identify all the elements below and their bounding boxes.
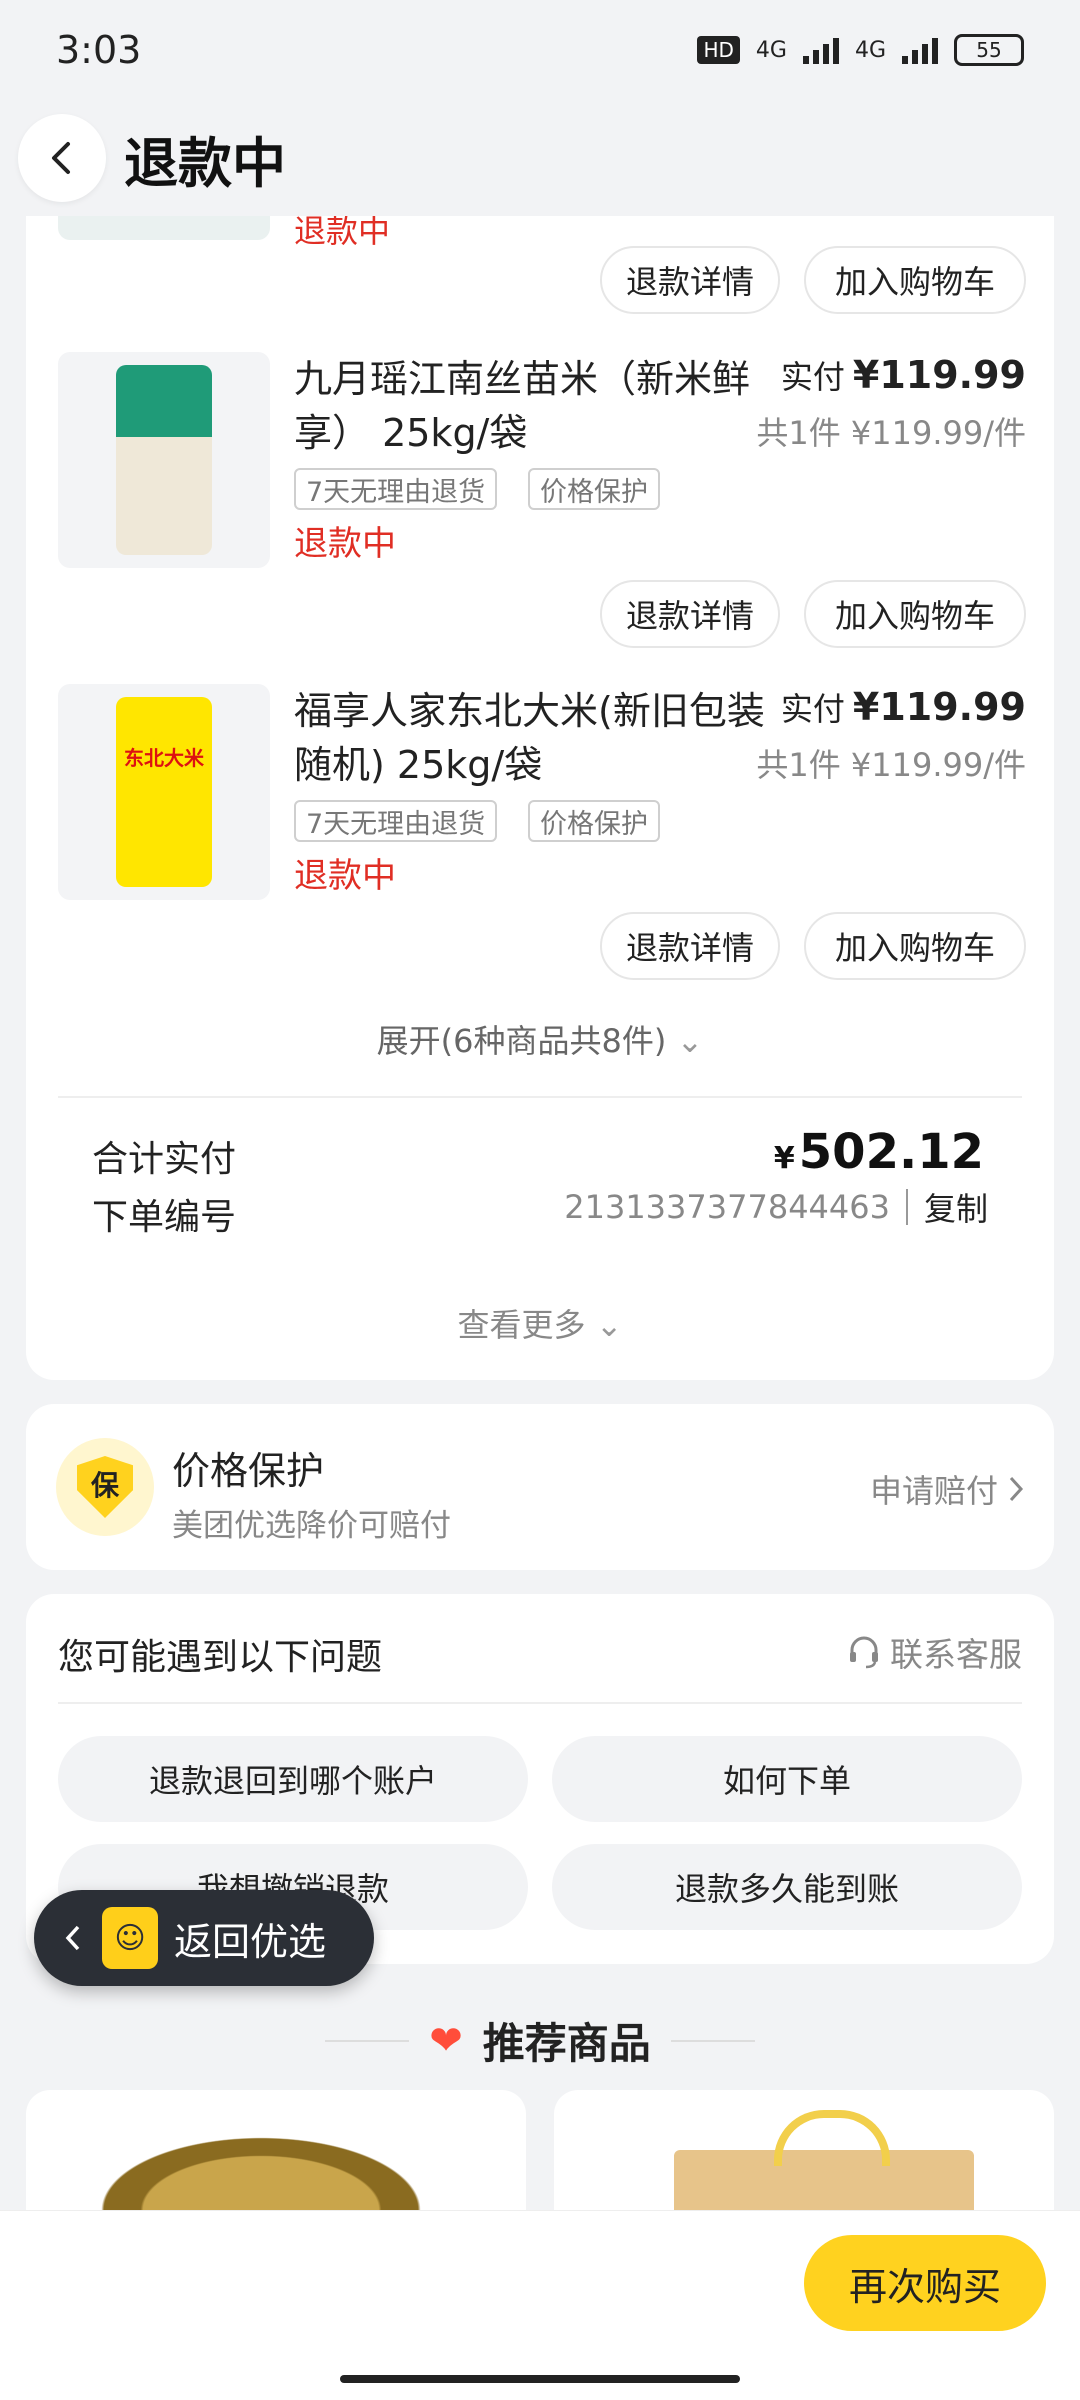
paid-amount: ¥119.99 [852, 685, 1026, 729]
rice-bag-image: 东北大米 [116, 697, 212, 887]
hd-icon: HD [697, 36, 740, 64]
refund-status: 退款中 [294, 524, 396, 564]
divider [325, 2039, 410, 2042]
paid-price: 实付 ¥119.99 [781, 684, 1026, 730]
product-image [58, 352, 270, 568]
recommend-header: ❤ 推荐商品 [0, 2010, 1080, 2071]
add-to-cart-button[interactable]: 加入购物车 [804, 246, 1026, 314]
product-tag: 7天无理由退货 [294, 800, 498, 842]
contact-service-label: 联系客服 [890, 1635, 1022, 1674]
divider [58, 1702, 1022, 1704]
total-label: 合计实付 [92, 1139, 237, 1180]
page-title: 退款中 [124, 131, 286, 195]
product-image: 东北大米 [58, 684, 270, 900]
recommend-title: 推荐商品 [482, 2019, 651, 2068]
faq-title: 您可能遇到以下问题 [58, 1637, 383, 1678]
claim-label: 申请赔付 [869, 1472, 998, 1510]
previous-item-status: 退款中 [294, 216, 391, 250]
quantity-price: 共1件 ¥119.99/件 [756, 414, 1026, 452]
currency-symbol: ¥ [773, 1141, 795, 1176]
expand-items-toggle[interactable]: 展开(6种商品共8件) ⌄ [26, 1016, 1054, 1062]
refund-detail-button[interactable]: 退款详情 [600, 912, 780, 980]
add-to-cart-button[interactable]: 加入购物车 [804, 912, 1026, 980]
rice-bag-image [116, 365, 212, 555]
paid-price: 实付 ¥119.99 [781, 352, 1026, 398]
network-label-2: 4G [854, 37, 886, 63]
product-tag: 7天无理由退货 [294, 468, 498, 510]
faq-question-button[interactable]: 退款多久能到账 [552, 1844, 1022, 1930]
product-tag: 价格保护 [528, 800, 660, 842]
battery-icon: 55 [954, 34, 1024, 66]
order-card: 退款中 退款详情 加入购物车 九月瑶江南丝苗米（新米鲜享） 25kg/袋 7天无… [26, 216, 1054, 1380]
order-number: 2131337377844463 复制 [564, 1184, 988, 1230]
product-title: 九月瑶江南丝苗米（新米鲜享） 25kg/袋 [294, 357, 751, 455]
signal-icon [802, 36, 839, 64]
shopping-bag-icon: ☺ [102, 1907, 158, 1969]
protection-title: 价格保护 [172, 1449, 325, 1493]
order-item[interactable]: 东北大米 福享人家东北大米(新旧包装随机) 25kg/袋 7天无理由退货 价格保… [26, 684, 1054, 900]
buy-again-button[interactable]: 再次购买 [804, 2235, 1046, 2331]
headset-icon [850, 1636, 878, 1669]
status-icons: HD 4G 4G 55 [697, 34, 1024, 66]
order-number-label: 下单编号 [92, 1197, 237, 1238]
previous-item-image [58, 216, 270, 240]
return-label: 返回优选 [174, 1919, 327, 1964]
faq-question-button[interactable]: 退款退回到哪个账户 [58, 1736, 528, 1822]
divider [670, 2039, 755, 2042]
back-button[interactable] [18, 114, 106, 202]
gift-box-image [674, 2110, 974, 2210]
product-title: 福享人家东北大米(新旧包装随机) 25kg/袋 [294, 689, 765, 787]
return-to-youxuan-button[interactable]: ☺ 返回优选 [34, 1890, 374, 1986]
shield-icon: 保 [56, 1438, 154, 1536]
price-protection-card[interactable]: 保 价格保护 美团优选降价可赔付 申请赔付 [26, 1404, 1054, 1570]
refund-status: 退款中 [294, 856, 396, 896]
chevron-left-icon [65, 1925, 80, 1951]
signal-icon [902, 36, 938, 64]
protection-badge: 保 [77, 1456, 133, 1518]
quantity-price: 共1件 ¥119.99/件 [756, 746, 1026, 784]
chevron-left-icon [52, 142, 70, 174]
contact-service-link[interactable]: 联系客服 [846, 1628, 1022, 1676]
status-bar: 3:03 HD 4G 4G 55 [0, 0, 1080, 100]
protection-subtitle: 美团优选降价可赔付 [172, 1508, 451, 1544]
total-value: 502.12 [798, 1124, 984, 1180]
status-time: 3:03 [56, 28, 142, 72]
bag-label: 东北大米 [124, 746, 204, 770]
chevron-down-icon: ⌄ [595, 1306, 623, 1344]
copy-button[interactable]: 复制 [924, 1184, 988, 1230]
divider [58, 1096, 1022, 1098]
refund-detail-button[interactable]: 退款详情 [600, 580, 780, 648]
refund-detail-button[interactable]: 退款详情 [600, 246, 780, 314]
total-amount: ¥502.12 [774, 1124, 984, 1180]
heart-icon: ❤ [429, 2017, 463, 2064]
paid-amount: ¥119.99 [852, 353, 1026, 397]
add-to-cart-button[interactable]: 加入购物车 [804, 580, 1026, 648]
chevron-right-icon [1009, 1476, 1024, 1502]
order-item[interactable]: 九月瑶江南丝苗米（新米鲜享） 25kg/袋 7天无理由退货 价格保护 退款中 实… [26, 352, 1054, 568]
claim-compensation-link[interactable]: 申请赔付 [870, 1466, 1026, 1512]
recommend-product-card[interactable] [26, 2090, 526, 2210]
bottom-bar: 再次购买 [0, 2210, 1080, 2400]
product-tag: 价格保护 [528, 468, 660, 510]
network-label-1: 4G [755, 37, 787, 63]
expand-label: 展开(6种商品共8件) [376, 1022, 667, 1060]
order-number-value: 2131337377844463 [564, 1188, 890, 1226]
header: 退款中 [0, 100, 1080, 216]
recommend-product-card[interactable] [554, 2090, 1054, 2210]
see-more-label: 查看更多 [457, 1306, 586, 1344]
separator [905, 1189, 908, 1225]
paid-label: 实付 [780, 690, 845, 728]
see-more-toggle[interactable]: 查看更多 ⌄ [26, 1300, 1054, 1346]
home-indicator[interactable] [340, 2375, 740, 2383]
paid-label: 实付 [780, 358, 845, 396]
durian-image [76, 2126, 446, 2210]
chevron-down-icon: ⌄ [676, 1022, 704, 1060]
faq-question-button[interactable]: 如何下单 [552, 1736, 1022, 1822]
